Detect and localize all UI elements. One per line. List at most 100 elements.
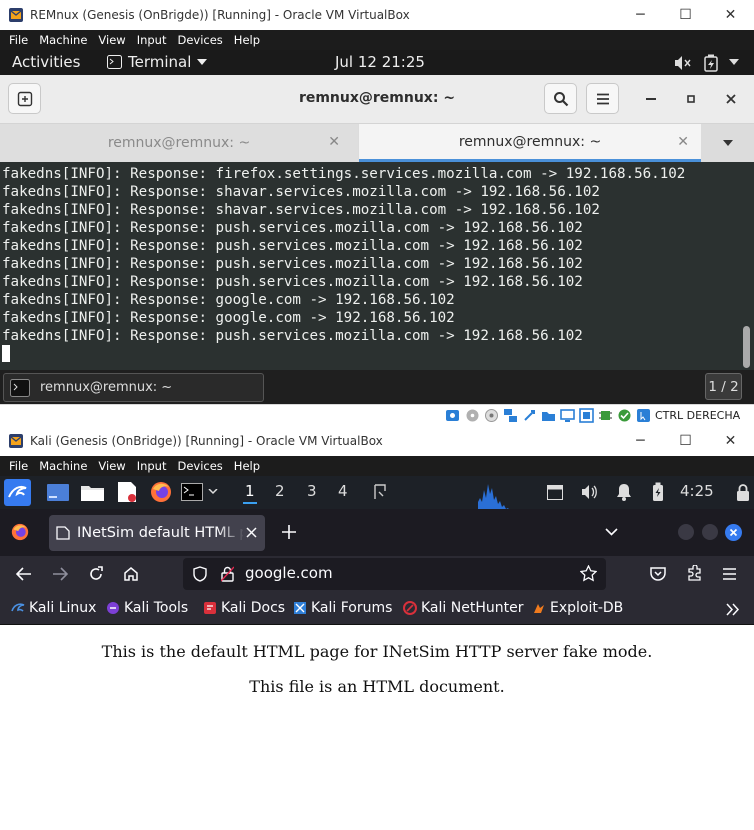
- vm2-maximize-button[interactable]: ☐: [663, 426, 708, 456]
- volume-icon[interactable]: [581, 484, 599, 500]
- window-icon[interactable]: [373, 483, 389, 501]
- file-manager-icon[interactable]: [81, 483, 104, 501]
- terminal-tab-2[interactable]: remnux@remnux: ~ ✕: [359, 124, 701, 162]
- bookmark-star-icon[interactable]: [580, 565, 597, 582]
- show-desktop-icon[interactable]: [47, 484, 69, 501]
- mouse-integration-icon[interactable]: [636, 408, 651, 423]
- text-editor-icon[interactable]: [117, 481, 138, 503]
- bookmark-kali-linux[interactable]: Kali Linux: [11, 600, 96, 616]
- url-bar[interactable]: google.com: [183, 558, 606, 590]
- vm1-menu-help[interactable]: Help: [234, 33, 260, 47]
- bookmark-kali-docs[interactable]: Kali Docs: [203, 600, 285, 616]
- firefox-view-icon[interactable]: [11, 523, 29, 541]
- vm1-menu-devices[interactable]: Devices: [177, 33, 222, 47]
- terminal-menu-button[interactable]: [586, 83, 619, 114]
- pocket-icon[interactable]: [650, 566, 666, 582]
- terminal-search-button[interactable]: [544, 83, 577, 114]
- battery-icon[interactable]: [704, 54, 718, 72]
- bookmark-exploit-db[interactable]: Exploit-DB: [532, 600, 623, 616]
- workspace-1[interactable]: 1: [243, 482, 257, 504]
- more-bookmarks-chevron-icon[interactable]: [726, 603, 740, 616]
- vm1-menu-view[interactable]: View: [98, 33, 125, 47]
- firefox-tab-inetsim[interactable]: INetSim default HTML page: [49, 515, 265, 551]
- extensions-icon[interactable]: [686, 565, 703, 582]
- reload-icon[interactable]: [88, 566, 104, 582]
- optical-drive-icon[interactable]: [465, 408, 480, 423]
- kali-clock[interactable]: 4:25: [680, 482, 714, 500]
- workspace-2[interactable]: 2: [275, 482, 285, 500]
- tab-list-dropdown[interactable]: [702, 124, 754, 162]
- terminal-output[interactable]: fakedns[INFO]: Response: firefox.setting…: [0, 162, 754, 370]
- close-window-button[interactable]: [725, 524, 742, 541]
- audio-icon[interactable]: [484, 408, 499, 423]
- lock-screen-icon[interactable]: [736, 484, 750, 501]
- vm2-menu-file[interactable]: File: [9, 459, 28, 473]
- video-capture-icon[interactable]: [579, 408, 594, 423]
- close-tab-icon[interactable]: ✕: [328, 134, 340, 150]
- close-icon: [726, 94, 736, 104]
- bookmark-kali-nethunter[interactable]: Kali NetHunter: [403, 600, 523, 616]
- app-menu-icon[interactable]: [722, 568, 737, 580]
- vm2-menu-view[interactable]: View: [98, 459, 125, 473]
- vm1-close-button[interactable]: ✕: [708, 0, 753, 30]
- terminal-close-button[interactable]: [719, 87, 743, 111]
- list-all-tabs-icon[interactable]: [605, 528, 618, 536]
- vm1-minimize-button[interactable]: ─: [618, 0, 663, 30]
- close-tab-icon[interactable]: ✕: [677, 134, 689, 150]
- system-menu-arrow-icon[interactable]: [729, 59, 739, 65]
- vm1-menu-machine[interactable]: Machine: [39, 33, 87, 47]
- terminal-icon[interactable]: [181, 483, 203, 501]
- back-icon[interactable]: [16, 567, 32, 581]
- battery-icon[interactable]: [652, 482, 664, 502]
- bookmark-label: Kali Linux: [29, 600, 97, 616]
- vm2-titlebar[interactable]: Kali (Genesis (OnBridge)) [Running] - Or…: [0, 426, 754, 456]
- shared-folders-icon[interactable]: [541, 408, 556, 423]
- vm1-maximize-button[interactable]: ☐: [663, 0, 708, 30]
- workspace-4[interactable]: 4: [338, 482, 348, 500]
- kali-panel: 1 2 3 4 4:25: [0, 476, 754, 509]
- network-icon[interactable]: [503, 408, 518, 423]
- vm2-menu-devices[interactable]: Devices: [177, 459, 222, 473]
- home-icon[interactable]: [123, 566, 139, 582]
- workspace-switcher-icon[interactable]: [547, 485, 563, 500]
- vm2-menu-help[interactable]: Help: [234, 459, 260, 473]
- terminal-tab-1[interactable]: remnux@remnux: ~ ✕: [0, 124, 358, 162]
- bookmark-kali-forums[interactable]: Kali Forums: [293, 600, 392, 616]
- close-icon[interactable]: [246, 527, 257, 538]
- scrollbar-thumb[interactable]: [743, 326, 750, 368]
- new-tab-plus-icon[interactable]: [282, 525, 296, 539]
- url-text[interactable]: google.com: [245, 564, 333, 582]
- gnome-clock[interactable]: Jul 12 21:25: [335, 53, 425, 71]
- firefox-icon[interactable]: [150, 481, 172, 503]
- maximize-window-button[interactable]: [702, 524, 718, 540]
- vm2-menu-machine[interactable]: Machine: [39, 459, 87, 473]
- vm2-menu-input[interactable]: Input: [137, 459, 167, 473]
- vm1-titlebar[interactable]: REMnux (Genesis (OnBrigde)) [Running] - …: [0, 0, 754, 30]
- notifications-icon[interactable]: [616, 483, 632, 501]
- vm1-menu-input[interactable]: Input: [137, 33, 167, 47]
- workspace-3[interactable]: 3: [307, 482, 317, 500]
- bookmark-kali-tools[interactable]: Kali Tools: [106, 600, 188, 616]
- activities-button[interactable]: Activities: [12, 53, 80, 71]
- kali-menu-icon[interactable]: [4, 479, 31, 506]
- taskbar-terminal-item[interactable]: remnux@remnux: ~: [3, 373, 264, 402]
- terminal-maximize-button[interactable]: [679, 87, 703, 111]
- forward-icon[interactable]: [52, 567, 68, 581]
- minimize-window-button[interactable]: [678, 524, 694, 540]
- workspace-indicator[interactable]: 1 / 2: [705, 373, 742, 400]
- display-icon[interactable]: [560, 408, 575, 423]
- usb-icon[interactable]: [522, 408, 537, 423]
- terminal-scrollbar[interactable]: [743, 164, 750, 370]
- chevron-down-icon[interactable]: [208, 489, 218, 495]
- volume-muted-icon[interactable]: [674, 55, 692, 71]
- terminal-minimize-button[interactable]: [639, 87, 663, 111]
- tracking-protection-shield-icon[interactable]: [193, 566, 207, 582]
- vm2-minimize-button[interactable]: ─: [618, 426, 663, 456]
- guest-additions-icon[interactable]: [617, 408, 632, 423]
- cpu-icon[interactable]: [598, 408, 613, 423]
- vm2-close-button[interactable]: ✕: [708, 426, 753, 456]
- insecure-lock-icon[interactable]: [221, 566, 234, 582]
- hard-disk-icon[interactable]: [445, 408, 460, 423]
- vm1-menu-file[interactable]: File: [9, 33, 28, 47]
- terminal-app-menu[interactable]: Terminal: [107, 53, 208, 71]
